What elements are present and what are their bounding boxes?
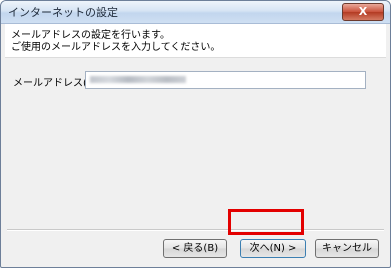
dialog-body: メールアドレスの設定を行います。 ご使用のメールアドレスを入力してください。 メ… <box>5 24 386 263</box>
dialog-window: インターネットの設定 X メールアドレスの設定を行います。 ご使用のメールアドレ… <box>0 0 391 268</box>
cancel-button[interactable]: キャンセル <box>315 239 379 258</box>
next-button[interactable]: 次へ(N) > <box>240 239 306 258</box>
next-button-highlight <box>228 209 304 235</box>
instruction-panel: メールアドレスの設定を行います。 ご使用のメールアドレスを入力してください。 <box>5 24 386 58</box>
close-icon: X <box>358 5 368 18</box>
email-field[interactable] <box>85 71 366 89</box>
back-button[interactable]: < 戻る(B) <box>163 239 227 258</box>
title-bar[interactable]: インターネットの設定 X <box>1 1 390 24</box>
blurred-email-value <box>90 76 186 83</box>
window-title: インターネットの設定 <box>8 6 118 19</box>
button-divider <box>7 229 384 231</box>
close-button[interactable]: X <box>342 3 384 21</box>
instruction-text: メールアドレスの設定を行います。 ご使用のメールアドレスを入力してください。 <box>11 30 221 53</box>
